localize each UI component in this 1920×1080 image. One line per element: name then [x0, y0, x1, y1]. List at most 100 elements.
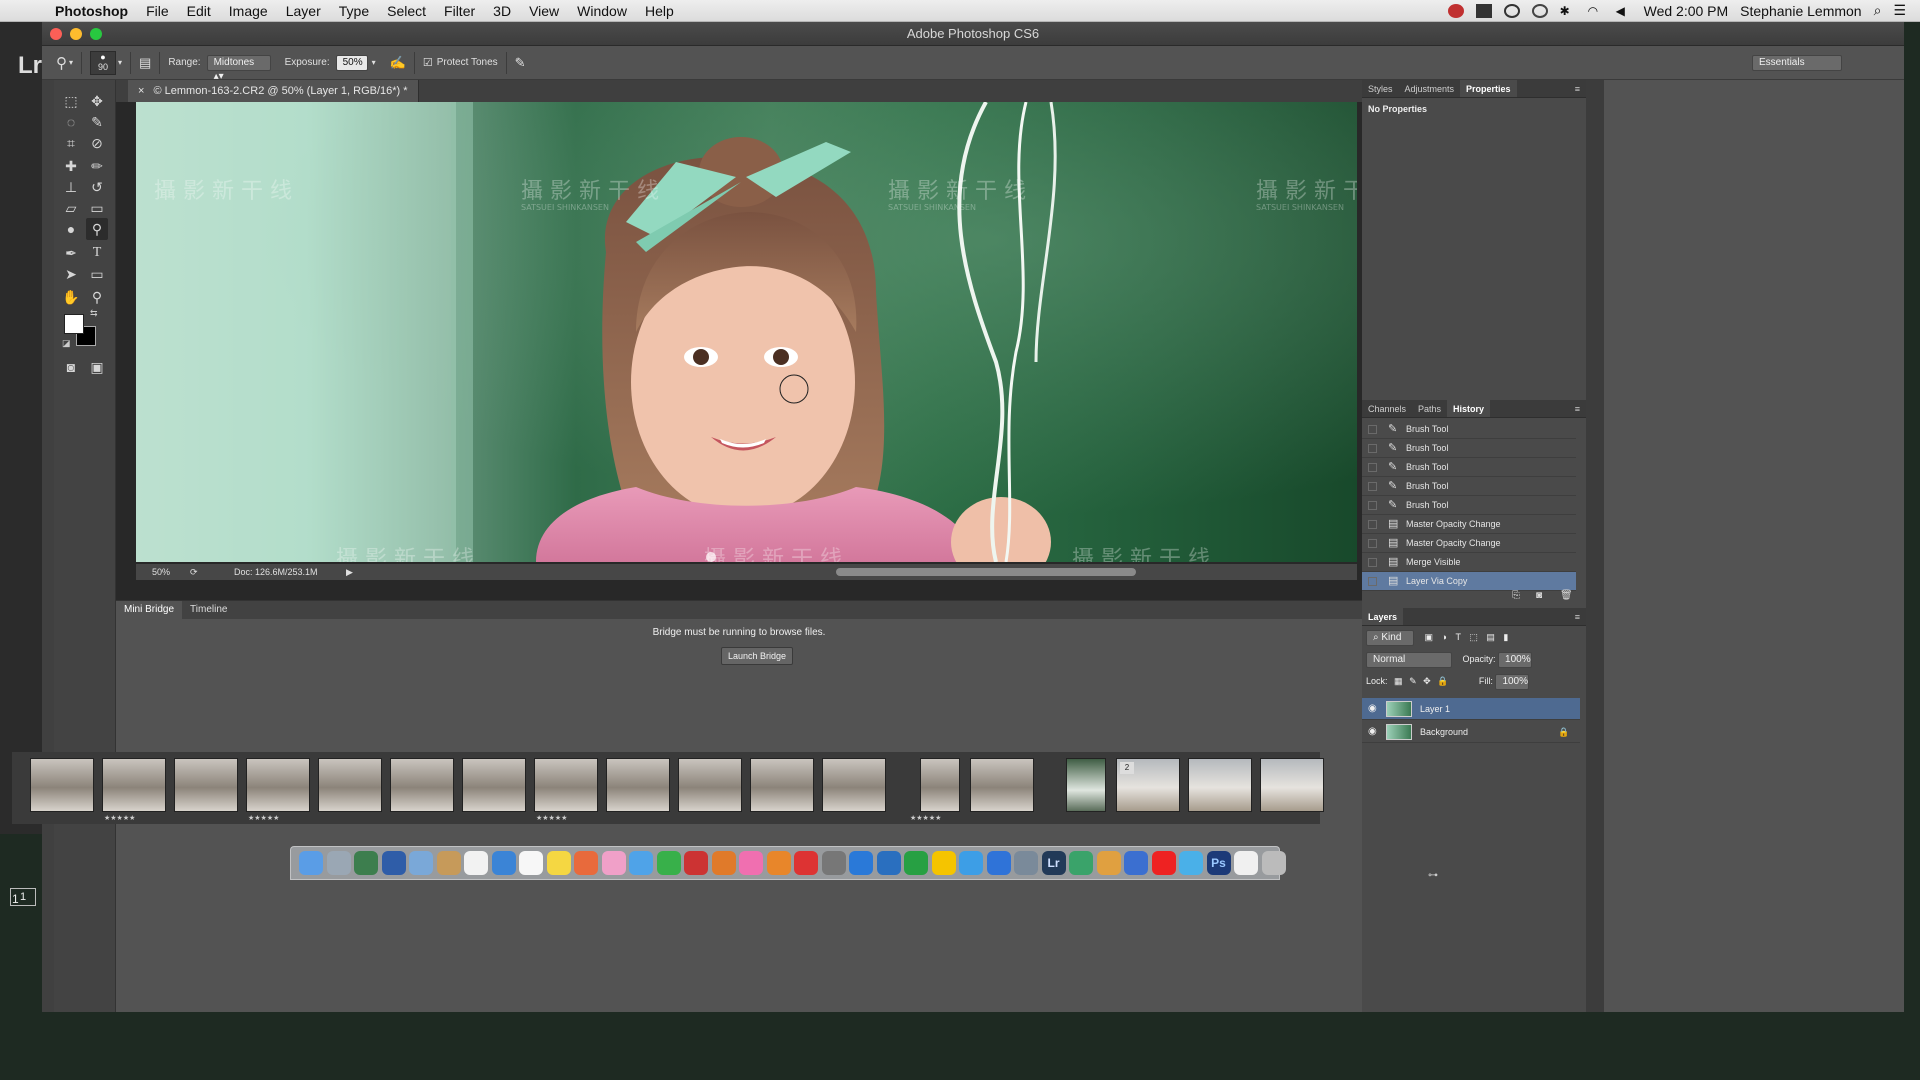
app-store-icon[interactable]: [959, 851, 983, 875]
document-icon[interactable]: [1234, 851, 1258, 875]
workspace-switcher[interactable]: Essentials: [1752, 54, 1842, 71]
lock-all-icon[interactable]: 🔒: [1437, 676, 1448, 686]
filmstrip-thumbnail[interactable]: [1260, 758, 1324, 812]
launch-bridge-button[interactable]: Launch Bridge: [721, 647, 793, 665]
pen-tool-icon[interactable]: ✒: [60, 242, 82, 264]
network-icon[interactable]: [1069, 851, 1093, 875]
new-document-from-state-icon[interactable]: ⎘: [1512, 590, 1520, 601]
zoom-tool-icon[interactable]: ⚲: [86, 286, 108, 308]
tab-channels[interactable]: Channels: [1362, 400, 1412, 417]
fill-field[interactable]: 100%: [1495, 674, 1530, 690]
menu-app-name[interactable]: Photoshop: [46, 3, 137, 19]
panel-menu-icon[interactable]: ≡: [1575, 80, 1586, 97]
layer-row-layer-1[interactable]: ◉ Layer 1: [1362, 698, 1580, 720]
filter-smart-object-icon[interactable]: ▤: [1486, 632, 1495, 642]
screen-mode-icon[interactable]: ▣: [86, 356, 108, 378]
blur-tool-icon[interactable]: ●: [60, 218, 82, 240]
menu-view[interactable]: View: [520, 3, 568, 19]
filmstrip-thumbnail[interactable]: [1066, 758, 1106, 812]
filmstrip-thumbnail[interactable]: [534, 758, 598, 812]
zoom-level[interactable]: 50%: [152, 564, 170, 580]
history-state[interactable]: ✎ Brush Tool: [1362, 439, 1576, 458]
history-state[interactable]: ✎ Brush Tool: [1362, 458, 1576, 477]
archive-icon[interactable]: [1096, 851, 1121, 875]
layer-kind-filter[interactable]: ⌕ Kind: [1366, 630, 1414, 646]
notes-icon[interactable]: [436, 851, 461, 875]
foreground-color-swatch[interactable]: [64, 314, 84, 334]
photos-icon[interactable]: [574, 851, 598, 875]
history-snapshot-checkbox[interactable]: [1368, 577, 1377, 586]
tab-timeline[interactable]: Timeline: [182, 601, 235, 619]
brush-dropdown-icon[interactable]: ▾: [118, 58, 122, 67]
chrome-icon[interactable]: [1124, 851, 1148, 875]
filmstrip-thumbnail[interactable]: [970, 758, 1034, 812]
finder-icon[interactable]: [299, 851, 323, 875]
filter-type-icon[interactable]: T: [1456, 632, 1461, 642]
menu-edit[interactable]: Edit: [178, 3, 220, 19]
history-state[interactable]: ✎ Brush Tool: [1362, 496, 1576, 515]
history-brush-tool-icon[interactable]: ↺: [86, 176, 108, 198]
word-icon[interactable]: [849, 851, 873, 875]
spotlight-icon[interactable]: ⌕: [1874, 2, 1882, 19]
mail-icon[interactable]: [601, 851, 626, 875]
layer-row-background[interactable]: ◉ Background 🔒: [1362, 721, 1580, 743]
history-state[interactable]: ✎ Brush Tool: [1362, 420, 1576, 439]
menu-window[interactable]: Window: [568, 3, 636, 19]
rectangle-tool-icon[interactable]: ▭: [86, 263, 108, 285]
eraser-tool-icon[interactable]: ▱: [60, 197, 82, 219]
history-state[interactable]: ✎ Brush Tool: [1362, 477, 1576, 496]
exposure-dropdown-icon[interactable]: ▾: [372, 58, 376, 67]
exposure-field[interactable]: 50%: [335, 54, 368, 71]
launchpad-icon[interactable]: [326, 851, 351, 875]
close-window-button[interactable]: [50, 28, 62, 40]
preview-icon[interactable]: [409, 851, 433, 875]
photoshop-icon[interactable]: Ps: [1206, 851, 1231, 875]
photo-canvas[interactable]: 攝 影 新 干 线 攝 影 新 干 线 攝 影 新 干 线 攝 影 新 干 线 …: [136, 102, 1357, 562]
mission-control-icon[interactable]: [381, 851, 406, 875]
gradient-tool-icon[interactable]: ▭: [86, 197, 108, 219]
lock-pixels-icon[interactable]: ✎: [1409, 676, 1417, 686]
filmstrip-thumbnail[interactable]: [30, 758, 94, 812]
trash-icon[interactable]: [1261, 851, 1286, 875]
history-snapshot-checkbox[interactable]: [1368, 558, 1377, 567]
filter-adjustment-icon[interactable]: ◑: [1442, 632, 1447, 642]
tool-preset-dropdown-icon[interactable]: ▾: [69, 58, 73, 67]
history-snapshot-checkbox[interactable]: [1368, 520, 1377, 529]
lock-position-icon[interactable]: ✥: [1423, 676, 1431, 686]
ibooks-icon[interactable]: [766, 851, 791, 875]
history-snapshot-checkbox[interactable]: [1368, 425, 1377, 434]
status-menu-arrow-icon[interactable]: ▶: [346, 564, 353, 580]
video-icon[interactable]: [1151, 851, 1176, 875]
airbrush-icon[interactable]: ✍: [390, 55, 406, 71]
background-visibility-eye-icon[interactable]: ◉: [1368, 721, 1377, 743]
quick-mask-icon[interactable]: ◙: [60, 356, 82, 378]
clone-stamp-tool-icon[interactable]: ⊥: [60, 176, 82, 198]
tab-mini-bridge[interactable]: Mini Bridge: [116, 601, 183, 619]
tool-preset-icon[interactable]: ⚲: [56, 54, 67, 72]
eyedropper-tool-icon[interactable]: ⊘: [86, 132, 108, 154]
filter-toggle-icon[interactable]: ▮: [1503, 632, 1508, 642]
layers-menu-icon[interactable]: ≡: [1575, 608, 1586, 625]
healing-brush-tool-icon[interactable]: ✚: [60, 155, 82, 177]
calendar-icon[interactable]: [464, 851, 488, 875]
filmstrip-thumbnail[interactable]: [920, 758, 960, 812]
tab-styles[interactable]: Styles: [1362, 80, 1399, 97]
utility-icon[interactable]: [1014, 851, 1038, 875]
filmstrip-thumbnail[interactable]: [102, 758, 166, 812]
delete-state-icon[interactable]: 🗑: [1560, 590, 1573, 601]
menu-help[interactable]: Help: [636, 3, 683, 19]
path-selection-tool-icon[interactable]: ➤: [60, 263, 82, 285]
brush-tool-icon[interactable]: ✏: [86, 155, 108, 177]
notification-center-icon[interactable]: ☰: [1893, 2, 1906, 19]
history-snapshot-checkbox[interactable]: [1368, 463, 1377, 472]
lock-transparent-icon[interactable]: ▦: [1394, 676, 1403, 686]
tab-history[interactable]: History: [1447, 400, 1491, 417]
firefox-icon[interactable]: [711, 851, 736, 875]
filmstrip-thumbnail[interactable]: [750, 758, 814, 812]
tab-properties[interactable]: Properties: [1460, 80, 1517, 97]
tab-layers[interactable]: Layers: [1362, 608, 1404, 625]
filmstrip-thumbnail[interactable]: [822, 758, 886, 812]
pressure-size-icon[interactable]: ✎: [515, 55, 526, 71]
filmstrip-thumbnail[interactable]: [174, 758, 238, 812]
default-colors-icon[interactable]: ◪: [62, 338, 71, 349]
